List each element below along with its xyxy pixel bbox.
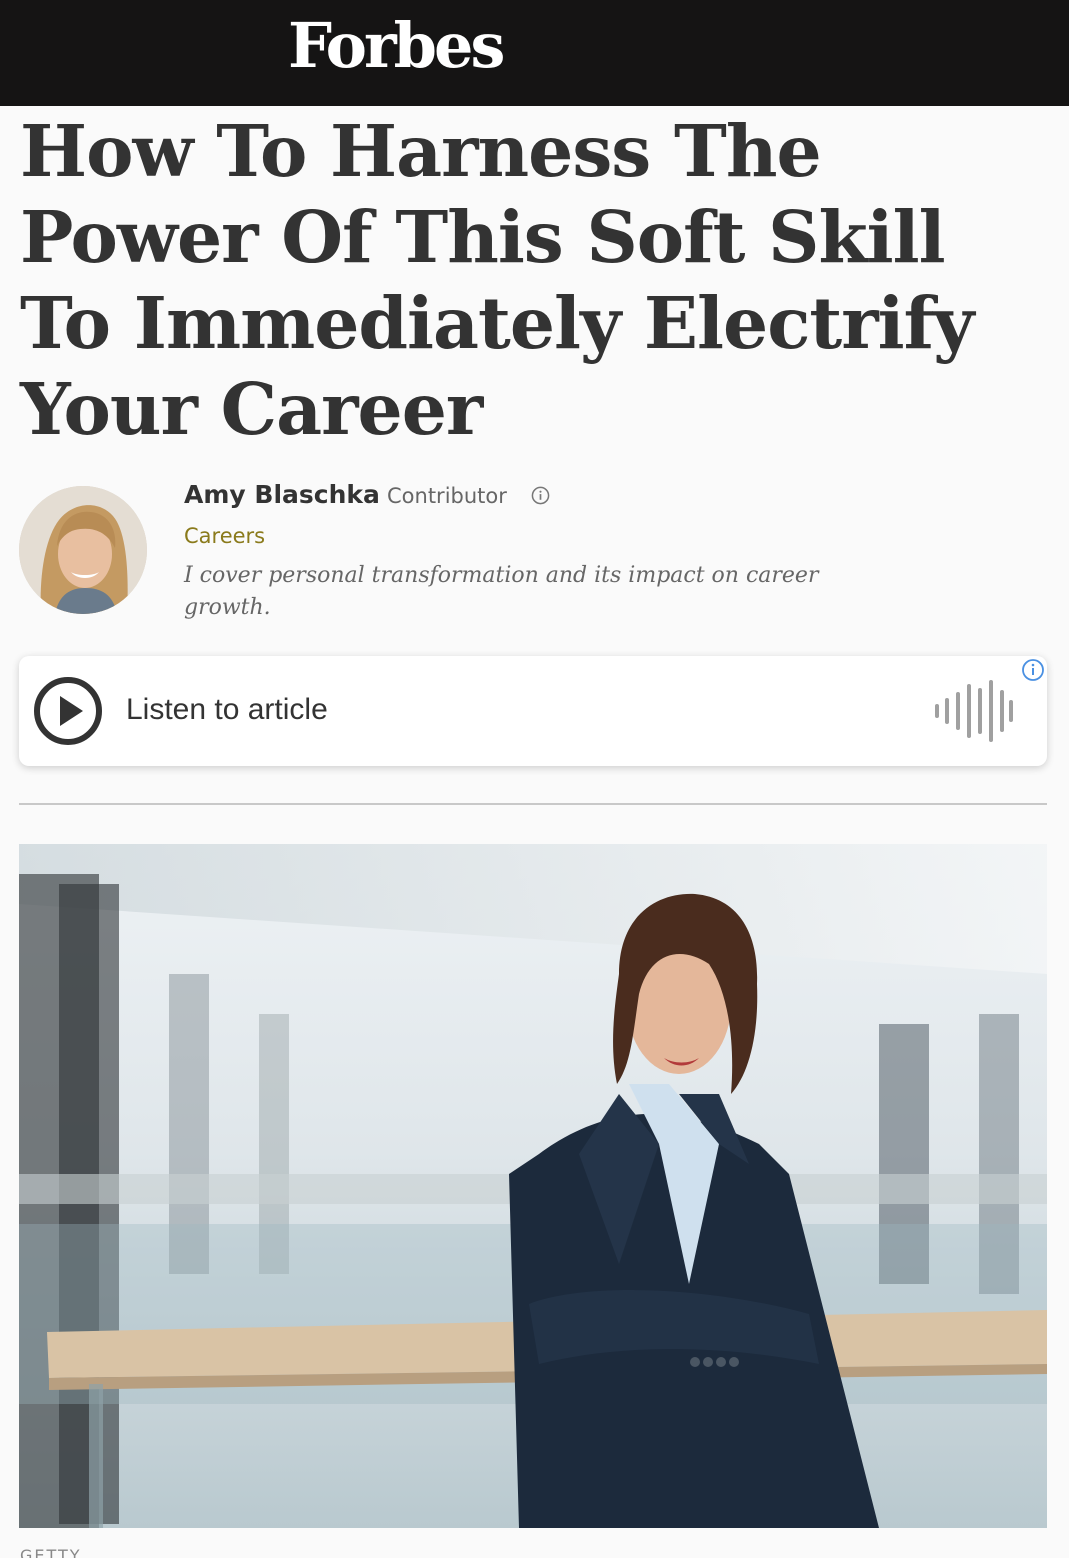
info-icon[interactable] bbox=[531, 486, 550, 505]
listen-to-article-player[interactable]: Listen to article bbox=[19, 656, 1047, 766]
forbes-logo[interactable]: Forbes bbox=[288, 10, 505, 82]
author-name[interactable]: Amy Blaschka bbox=[184, 478, 380, 512]
divider bbox=[19, 803, 1047, 805]
listen-label: Listen to article bbox=[126, 693, 328, 726]
top-bar: Forbes bbox=[0, 0, 1069, 106]
section-link-careers[interactable]: Careers bbox=[184, 521, 265, 551]
hero-photo bbox=[19, 844, 1047, 1528]
article-headline: How To Harness The Power Of This Soft Sk… bbox=[20, 109, 974, 451]
play-icon[interactable] bbox=[33, 676, 103, 746]
author-bio: I cover personal transformation and its … bbox=[184, 563, 819, 620]
info-circle-icon[interactable] bbox=[1021, 658, 1045, 682]
author-avatar-image bbox=[19, 486, 147, 614]
image-caption: GETTY bbox=[20, 1546, 82, 1558]
hero-image bbox=[19, 844, 1047, 1528]
author-role: Contributor bbox=[387, 484, 507, 508]
author-avatar[interactable] bbox=[19, 486, 147, 614]
soundwave-icon bbox=[935, 680, 1013, 742]
